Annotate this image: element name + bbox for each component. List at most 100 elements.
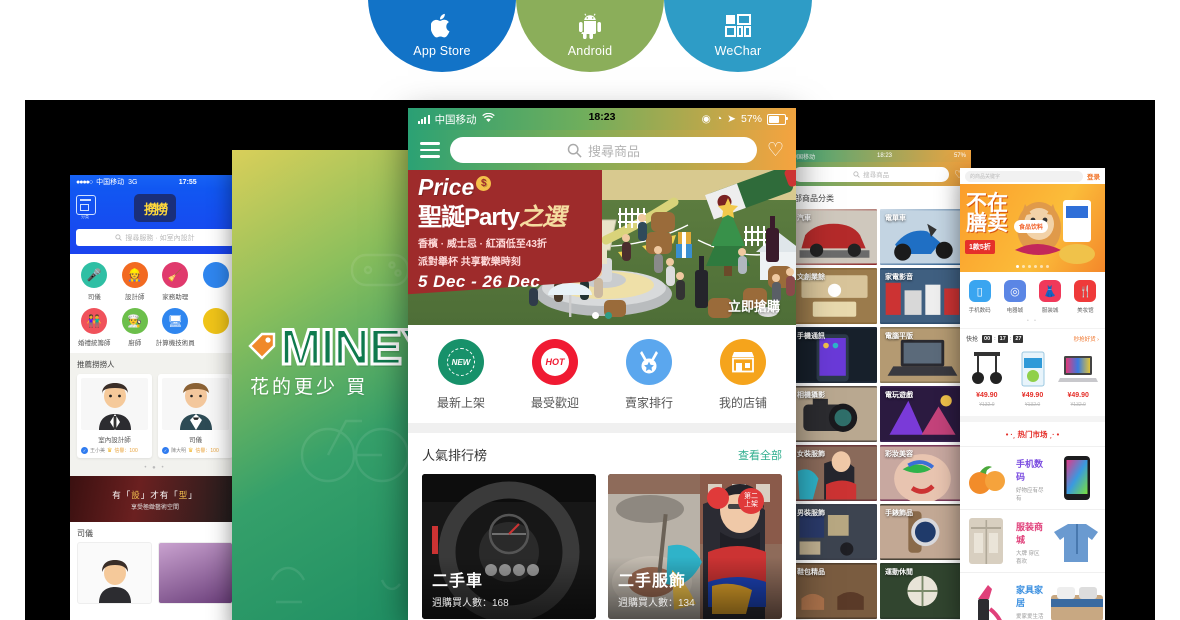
category-cell[interactable]: 男裝服飾 xyxy=(792,504,877,560)
product-card[interactable]: ¥49.90 ¥132.0 xyxy=(1010,349,1056,408)
login-button[interactable]: 登录 xyxy=(1087,171,1100,181)
groom-avatar xyxy=(162,378,229,430)
product-old-price: ¥132.0 xyxy=(1024,402,1041,408)
flash-sale-products: ¥49.90 ¥132.0 ¥49.90 ¥132.0 ¥49.90 ¥132.… xyxy=(960,343,1105,416)
banner-date: 5 Dec - 26 Dec xyxy=(418,272,541,291)
cutlery-icon: 🍴 xyxy=(1074,280,1097,302)
category-cell[interactable]: 家電影音 xyxy=(880,268,965,324)
person-card[interactable]: 司儀 ✓ 陳大明 ♛ 信譽：100 xyxy=(158,374,233,458)
category-cell[interactable]: 電腦平版 xyxy=(880,327,965,383)
banner-dots[interactable] xyxy=(960,265,1105,268)
rank-card-sub: 週購買人數：168 xyxy=(432,598,509,609)
banner-category-pill: 食品饮料 xyxy=(1014,220,1049,233)
market-row[interactable]: 家具家居 爱家爱生活 xyxy=(960,572,1105,620)
promo-line1-b: 」才有「 xyxy=(140,490,179,500)
category-cell[interactable]: 女裝服飾 xyxy=(792,445,877,501)
icon-pager[interactable]: • • xyxy=(960,318,1105,328)
rank-card-used-cars[interactable]: 二手車 週購買人數：168 xyxy=(422,474,596,619)
mall-promo-banner[interactable]: 不在 膳卖 1款5折 食品饮料 xyxy=(960,184,1105,272)
search-input[interactable]: 的商品关键字 xyxy=(965,170,1083,182)
service-category-item[interactable]: 🎤 司儀 xyxy=(74,262,115,301)
tab-app-store[interactable]: App Store xyxy=(368,0,516,72)
app-header: 搜尋商品 ♡ xyxy=(786,162,971,186)
quick-link-seller-rank[interactable]: 賣家排行 xyxy=(602,339,696,411)
service-category-item-partial[interactable] xyxy=(196,262,237,301)
market-row[interactable]: 服装商城大牌 穿区喜欢 xyxy=(960,509,1105,572)
tab-label: Android xyxy=(567,44,613,58)
category-cell[interactable]: 電玩遊戲 xyxy=(880,386,965,442)
category-cell[interactable]: 彩妝美容 xyxy=(880,445,965,501)
phone-screen-marketplace-home: 中国移动 ◉ ◔ ➤ 57% 18:23 搜尋商品 ♡ Price $ 聖誕Pa… xyxy=(408,108,796,620)
lock-rotation-icon: ◉ xyxy=(701,113,711,125)
person-card[interactable]: 室內設計師 ✓ 王小美 ♛ 信譽：100 xyxy=(77,374,152,458)
promo-line2: 享受極緻藝術空間 xyxy=(130,505,179,511)
category-cell[interactable]: 手機通訊 xyxy=(792,327,877,383)
product-card[interactable]: ¥49.90 ¥132.0 xyxy=(964,349,1010,408)
app-header: 分类 撈撈 搜尋服務 · 如室內設計 xyxy=(70,189,240,254)
mall-icon-appliances[interactable]: ◎ 电器城 xyxy=(997,280,1032,314)
category-label: 設計師 xyxy=(125,294,145,301)
section-title: 部商品分类 xyxy=(786,186,971,209)
category-cell[interactable]: 相機攝影 xyxy=(792,386,877,442)
category-cell[interactable]: 汽車 xyxy=(792,209,877,265)
tab-wechat[interactable]: WeChar xyxy=(664,0,812,72)
promo-banner-christmas[interactable]: Price $ 聖誕Party之選 香檳 · 威士忌 · 紅酒低至43折 派對舉杯… xyxy=(408,170,796,325)
quick-link-new[interactable]: NEW 最新上架 xyxy=(414,339,508,411)
carousel-pager[interactable]: • ● • xyxy=(70,462,240,476)
market-row[interactable]: 手机数码 好物应有尽有 xyxy=(960,446,1105,509)
service-category-item[interactable]: 👨‍🍳 廚師 xyxy=(115,308,156,347)
banner-carousel-dots[interactable] xyxy=(408,312,796,319)
category-label: 手錶飾品 xyxy=(885,510,913,517)
search-input[interactable]: 搜尋服務 · 如室內設計 xyxy=(76,229,234,246)
mc-photo-card[interactable] xyxy=(158,542,233,604)
favorites-heart-icon[interactable]: ♡ xyxy=(767,141,784,160)
fridge-image xyxy=(960,510,1012,572)
search-input[interactable]: 搜尋商品 xyxy=(450,137,757,163)
mc-avatar-card[interactable] xyxy=(77,542,152,604)
network-label: 3G xyxy=(128,178,138,186)
quick-link-my-shop[interactable]: 我的店铺 xyxy=(696,339,790,411)
search-icon xyxy=(853,170,860,178)
lipstick-image xyxy=(960,573,1012,620)
countdown-hours: 00 xyxy=(982,334,993,343)
category-cell[interactable]: 電單車 xyxy=(880,209,965,265)
service-category-item[interactable]: 👫 婚禮統籌師 xyxy=(74,308,115,347)
tab-android[interactable]: Android xyxy=(516,0,664,72)
new-badge-icon: NEW xyxy=(438,339,484,385)
category-cell[interactable]: 運動休閒 xyxy=(880,563,965,619)
service-category-item-partial[interactable] xyxy=(196,308,237,347)
category-label: 計算機技術員 xyxy=(155,340,195,347)
wifi-icon xyxy=(481,112,495,126)
category-label: 家電影音 xyxy=(885,274,913,281)
storefront-icon xyxy=(720,339,766,385)
rank-card-used-fashion[interactable]: 第二 上架 二手服飾 週購買人數：134 xyxy=(608,474,782,619)
category-label: 鞋包精品 xyxy=(797,569,825,576)
category-cell[interactable]: 鞋包精品 xyxy=(792,563,877,619)
flash-more-link[interactable]: 秒抢好货 › xyxy=(1074,335,1099,343)
section-title-recommended: 推薦撈撈人 xyxy=(70,353,240,374)
verified-icon: ✓ xyxy=(162,447,169,454)
service-category-item[interactable]: 🧹 家務助理 xyxy=(155,262,196,301)
category-label: 彩妝美容 xyxy=(885,451,913,458)
view-all-link[interactable]: 查看全部 xyxy=(738,447,782,463)
quick-link-popular[interactable]: HOT 最受歡迎 xyxy=(508,339,602,411)
mall-icon-clothing[interactable]: 👗 服装城 xyxy=(1033,280,1068,314)
promo-banner[interactable]: 有「設」才有「型」 享受極緻藝術空間 xyxy=(70,476,240,522)
section-title-mc: 司儀 xyxy=(70,522,240,542)
broom-icon: 🧹 xyxy=(162,262,189,288)
service-category-item[interactable]: 👷 設計師 xyxy=(115,262,156,301)
hamburger-menu-icon[interactable] xyxy=(420,142,440,158)
battery-percent: 57% xyxy=(740,113,762,125)
market-title: 服装商城 xyxy=(1016,522,1044,545)
category-menu-icon[interactable] xyxy=(76,195,96,215)
service-category-item[interactable]: 🖥 計算機技術員 xyxy=(155,308,196,347)
category-cell[interactable]: 手錶飾品 xyxy=(880,504,965,560)
search-input[interactable]: 搜尋商品 xyxy=(793,166,950,182)
mall-icon-beauty[interactable]: 🍴 美妆馆 xyxy=(1068,280,1103,314)
download-tabs: App Store Android WeChar xyxy=(368,0,812,72)
market-sub: 大牌 穿区喜欢 xyxy=(1016,551,1040,565)
product-card[interactable]: ¥49.90 ¥132.0 xyxy=(1055,349,1101,408)
computer-icon: 🖥 xyxy=(162,308,189,334)
category-cell[interactable]: 文創業餘 xyxy=(792,268,877,324)
mall-icon-phones[interactable]: ▯ 手机数码 xyxy=(962,280,997,314)
